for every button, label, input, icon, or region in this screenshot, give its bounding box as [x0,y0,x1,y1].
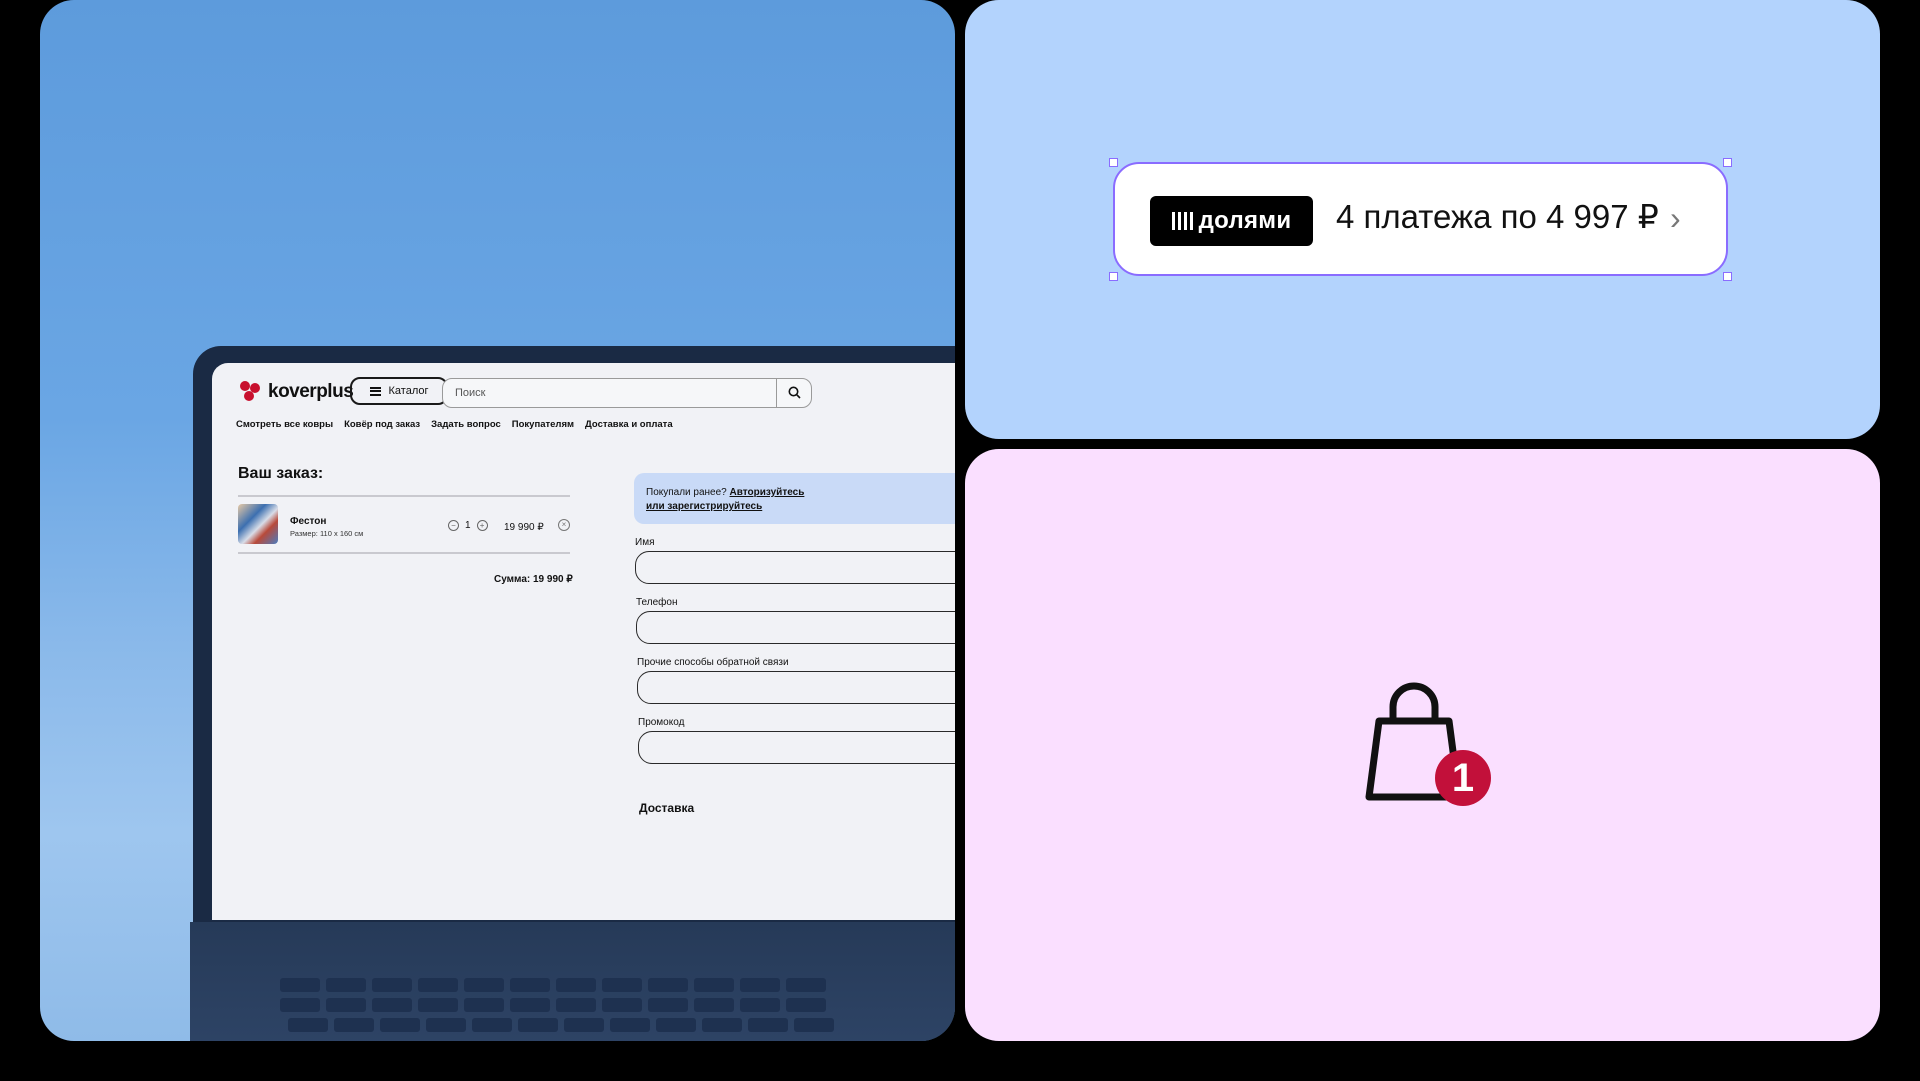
other-contacts-label: Прочие способы обратной связи [637,657,789,668]
laptop-screen: koverplus Каталог Поиск Смотреть все ков… [212,363,955,920]
login-prompt: Покупали ранее? Авторизуйтесь или зареги… [646,486,821,514]
dolyami-bars-icon [1171,212,1193,230]
selection-handle[interactable] [1723,158,1732,167]
product-name[interactable]: Фестон [290,516,326,527]
remove-item-icon[interactable]: × [558,519,570,531]
phone-field[interactable] [636,611,955,644]
dolyami-widget[interactable]: долями 4 платежа по 4 997 ₽ › [1113,162,1728,276]
search-icon [788,386,801,399]
nav-item-customers[interactable]: Покупателям [512,419,574,430]
selection-handle[interactable] [1109,158,1118,167]
login-prompt-box: Покупали ранее? Авторизуйтесь или зареги… [634,473,955,524]
dolyami-panel: долями 4 платежа по 4 997 ₽ › [965,0,1880,439]
product-thumbnail[interactable] [238,504,278,544]
divider [238,495,570,497]
search-input[interactable]: Поиск [442,377,812,408]
other-contacts-field[interactable] [637,671,955,704]
laptop-showcase-panel: koverplus Каталог Поиск Смотреть все ков… [40,0,955,1041]
order-sum: Сумма: 19 990 ₽ [494,574,573,585]
keyboard-row [280,998,826,1012]
promocode-field[interactable] [638,731,955,764]
plus-icon[interactable]: + [476,520,488,531]
order-title: Ваш заказ: [238,465,324,482]
menu-icon [369,386,381,396]
catalog-label: Каталог [388,385,429,397]
quantity-stepper: − 1 + [448,520,488,531]
search-placeholder: Поиск [455,387,486,399]
koverplus-logo-icon [240,381,262,403]
dolyami-logo: долями [1150,196,1313,246]
site-logo[interactable]: koverplus [240,381,354,403]
nav-item-custom-carpet[interactable]: Ковёр под заказ [344,419,420,430]
minus-icon[interactable]: − [448,520,459,531]
nav-item-ask-question[interactable]: Задать вопрос [431,419,501,430]
login-prompt-text: Покупали ранее? [646,487,727,498]
payment-text: 4 платежа по 4 997 ₽ [1336,198,1659,235]
phone-label: Телефон [636,597,678,608]
product-price: 19 990 ₽ [504,522,544,533]
dolyami-brand: долями [1198,207,1292,234]
selection-handle[interactable] [1723,272,1732,281]
keyboard-row [280,978,826,992]
product-size: Размер: 110 х 160 см [290,529,364,538]
search-button[interactable] [776,377,811,408]
cart-panel: 1 [965,449,1880,1041]
divider [238,552,570,554]
cart-count-badge: 1 [1435,750,1491,806]
nav-item-delivery-payment[interactable]: Доставка и оплата [585,419,673,430]
chevron-right-icon[interactable]: › [1670,200,1681,237]
quantity-value: 1 [465,520,471,531]
name-label: Имя [635,537,655,548]
delivery-heading: Доставка [639,801,695,815]
logo-text: koverplus [268,381,354,402]
main-nav: Смотреть все ковры Ковёр под заказ Задат… [236,419,673,430]
catalog-button[interactable]: Каталог [350,377,448,405]
name-field[interactable] [635,551,955,584]
keyboard-row [288,1018,834,1032]
nav-item-all-carpets[interactable]: Смотреть все ковры [236,419,333,430]
selection-handle[interactable] [1109,272,1118,281]
promocode-label: Промокод [638,717,685,728]
